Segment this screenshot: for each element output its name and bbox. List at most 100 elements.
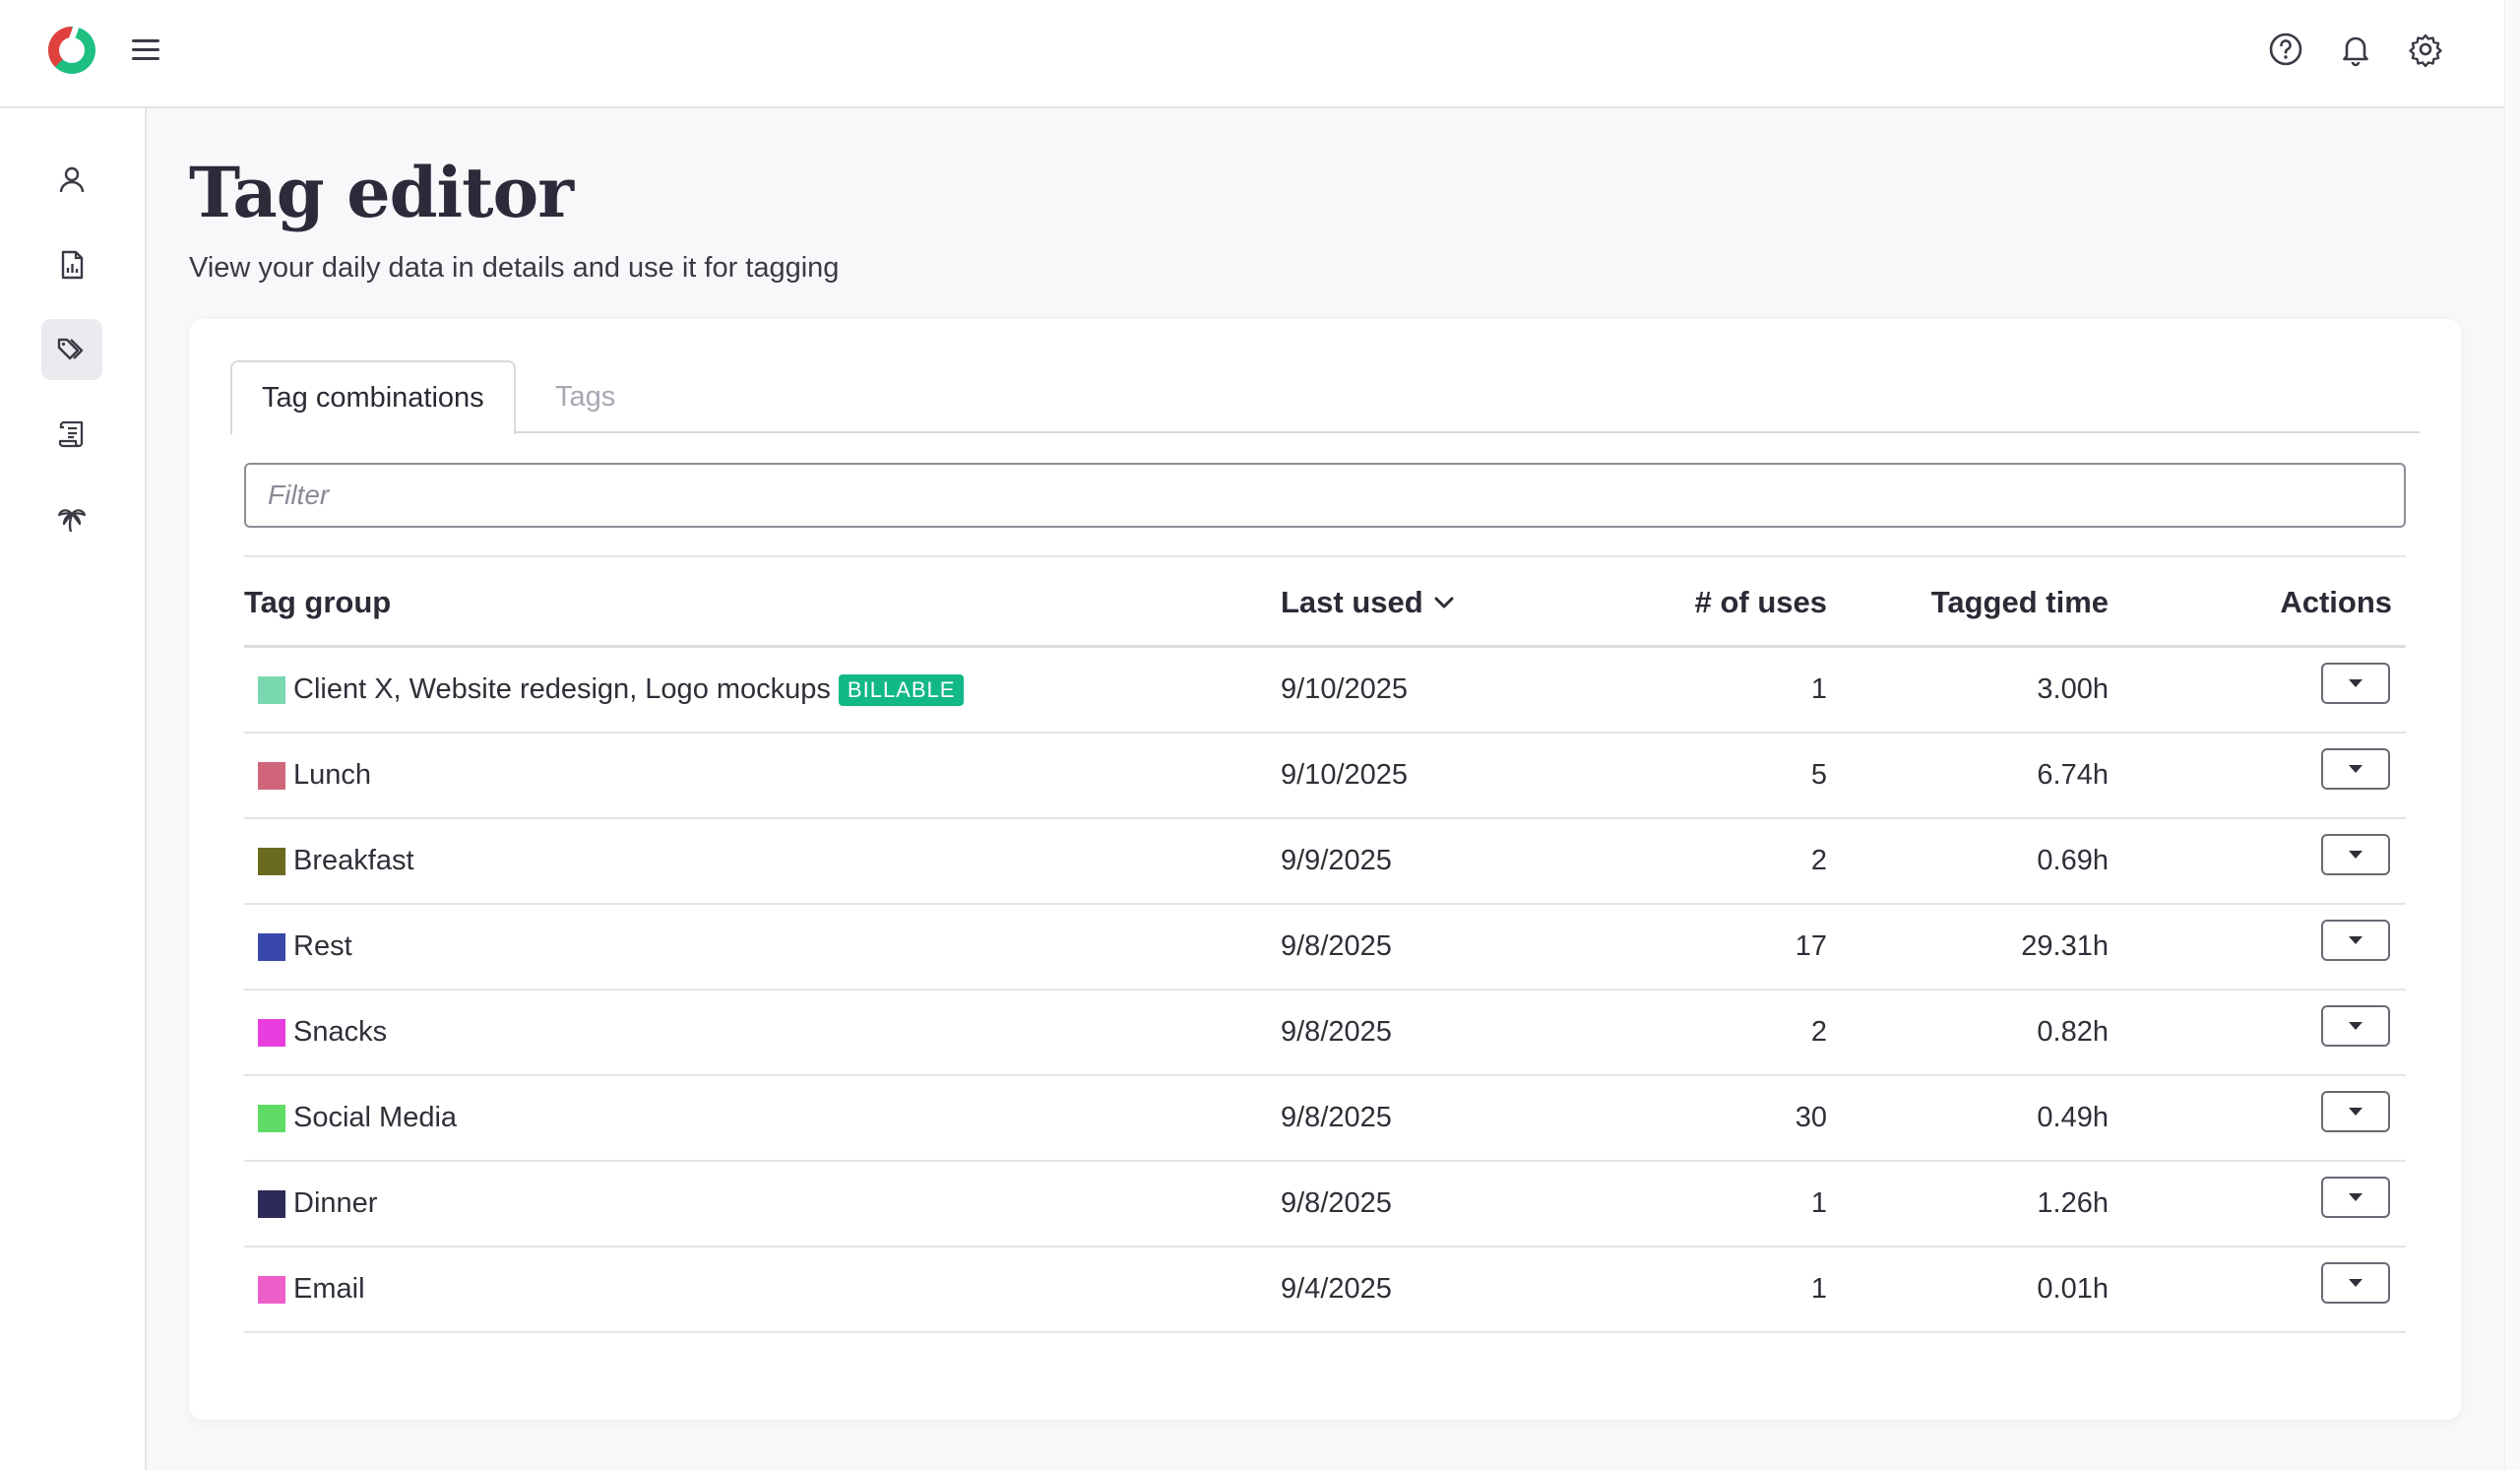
actions-cell [2321, 734, 2390, 817]
last-used-cell: 9/8/2025 [1281, 1016, 1392, 1048]
caret-down-icon [2349, 1107, 2362, 1116]
actions-cell [2321, 1162, 2390, 1246]
row-actions-dropdown[interactable] [2321, 1176, 2390, 1218]
tag-group-name: Email [293, 1273, 365, 1305]
caret-down-icon [2349, 850, 2362, 859]
gear-icon[interactable] [2406, 30, 2445, 69]
last-used-cell: 9/9/2025 [1281, 845, 1392, 876]
tag-group-cell: Rest [258, 905, 352, 989]
tag-group-cell: Social Media [258, 1076, 457, 1160]
row-actions-dropdown[interactable] [2321, 919, 2390, 961]
table-row[interactable]: Snacks 9/8/2025 2 0.82h [244, 991, 2406, 1076]
caret-down-icon [2349, 935, 2362, 944]
uses-cell: 1 [1810, 673, 1827, 705]
caret-down-icon [2349, 678, 2362, 687]
last-used-cell: 9/10/2025 [1281, 759, 1409, 791]
scrollbar[interactable] [2504, 0, 2520, 1470]
app-logo[interactable] [43, 22, 98, 77]
table-row[interactable]: Breakfast 9/9/2025 2 0.69h [244, 819, 2406, 905]
tag-color-swatch [258, 675, 285, 704]
hamburger-icon[interactable] [128, 32, 163, 67]
table-row[interactable]: Social Media 9/8/2025 30 0.49h [244, 1076, 2406, 1162]
header-tagged-time[interactable]: Tagged time [1931, 557, 2109, 648]
table-row[interactable]: Rest 9/8/2025 17 29.31h [244, 905, 2406, 991]
scroll-icon [58, 420, 84, 448]
caret-down-icon [2349, 764, 2362, 773]
tagged-time-cell: 0.82h [2037, 1016, 2109, 1048]
tagged-time-cell: 1.26h [2037, 1187, 2109, 1219]
help-circle-icon[interactable] [2266, 30, 2305, 69]
tagged-time-cell: 0.69h [2037, 845, 2109, 876]
tag-color-swatch [258, 1189, 285, 1218]
filter-input[interactable] [244, 463, 2406, 528]
tag-color-swatch [258, 1018, 285, 1047]
last-used-cell: 9/8/2025 [1281, 1187, 1392, 1219]
table-row[interactable]: Dinner 9/8/2025 1 1.26h [244, 1162, 2406, 1247]
tag-color-swatch [258, 847, 285, 875]
sidebar-item-logs[interactable] [41, 404, 102, 465]
sidebar-item-vacation[interactable] [41, 488, 102, 549]
tagged-time-cell: 3.00h [2037, 673, 2109, 705]
header-tag-group[interactable]: Tag group [244, 557, 391, 648]
last-used-cell: 9/4/2025 [1281, 1273, 1392, 1305]
page-subtitle: View your daily data in details and use … [189, 252, 840, 284]
tagged-time-cell: 0.01h [2037, 1273, 2109, 1305]
header-last-used[interactable]: Last used [1281, 557, 1459, 648]
tag-group-cell: Dinner [258, 1162, 377, 1246]
tag-group-name: Dinner [293, 1187, 378, 1219]
last-used-cell: 9/8/2025 [1281, 930, 1392, 962]
row-actions-dropdown[interactable] [2321, 1090, 2390, 1132]
table-row[interactable]: Lunch 9/10/2025 5 6.74h [244, 734, 2406, 819]
actions-cell [2321, 905, 2390, 989]
bell-icon[interactable] [2336, 30, 2375, 69]
caret-down-icon [2349, 1021, 2362, 1030]
tagged-time-cell: 29.31h [2021, 930, 2109, 962]
actions-cell [2321, 1076, 2390, 1160]
table-row[interactable]: Email 9/4/2025 1 0.01h [244, 1247, 2406, 1333]
tag-color-swatch [258, 1104, 285, 1132]
sidebar-item-reports[interactable] [41, 234, 102, 295]
tag-editor-card: Tag combinations Tags Tag group Last use… [189, 319, 2461, 1420]
tag-group-name: Client X, Website redesign, Logo mockups [293, 673, 831, 705]
row-actions-dropdown[interactable] [2321, 1261, 2390, 1304]
report-icon [61, 250, 84, 280]
header-last-used-label: Last used [1281, 585, 1423, 619]
actions-cell [2321, 1247, 2390, 1331]
last-used-cell: 9/10/2025 [1281, 673, 1409, 705]
tab-bar: Tag combinations Tags [230, 360, 2420, 435]
main-content: Tag editor View your daily data in detai… [148, 108, 2504, 1470]
tag-color-swatch [258, 1275, 285, 1304]
row-actions-dropdown[interactable] [2321, 833, 2390, 875]
header-uses[interactable]: # of uses [1695, 557, 1827, 648]
tag-group-cell: Breakfast [258, 819, 414, 903]
actions-cell [2321, 991, 2390, 1074]
actions-cell [2321, 819, 2390, 903]
sidebar-item-profile[interactable] [41, 150, 102, 211]
table-body: Client X, Website redesign, Logo mockups… [244, 648, 2406, 1333]
uses-cell: 1 [1810, 1187, 1827, 1219]
uses-cell: 2 [1810, 1016, 1827, 1048]
tag-group-name: Breakfast [293, 845, 414, 876]
row-actions-dropdown[interactable] [2321, 747, 2390, 790]
row-actions-dropdown[interactable] [2321, 662, 2390, 704]
sidebar [0, 108, 147, 1470]
table-row[interactable]: Client X, Website redesign, Logo mockups… [244, 648, 2406, 734]
tagged-time-cell: 6.74h [2037, 759, 2109, 791]
tag-group-cell: Lunch [258, 734, 371, 817]
tag-group-name: Social Media [293, 1102, 458, 1133]
uses-cell: 17 [1795, 930, 1827, 962]
tag-group-cell: Snacks [258, 991, 387, 1074]
tag-group-cell: Client X, Website redesign, Logo mockups… [258, 648, 965, 732]
tag-group-name: Lunch [293, 759, 372, 791]
chevron-down-icon [1434, 597, 1454, 608]
tag-color-swatch [258, 761, 285, 790]
tab-tags[interactable]: Tags [555, 360, 615, 433]
tag-group-name: Snacks [293, 1016, 388, 1048]
tags-icon [57, 338, 84, 360]
tag-combinations-table: Tag group Last used # of uses Tagged tim… [244, 555, 2406, 1333]
sidebar-item-tags[interactable] [41, 319, 102, 380]
top-bar [0, 0, 2504, 108]
palm-tree-icon [57, 509, 87, 533]
tab-tag-combinations[interactable]: Tag combinations [230, 360, 516, 435]
row-actions-dropdown[interactable] [2321, 1004, 2390, 1047]
